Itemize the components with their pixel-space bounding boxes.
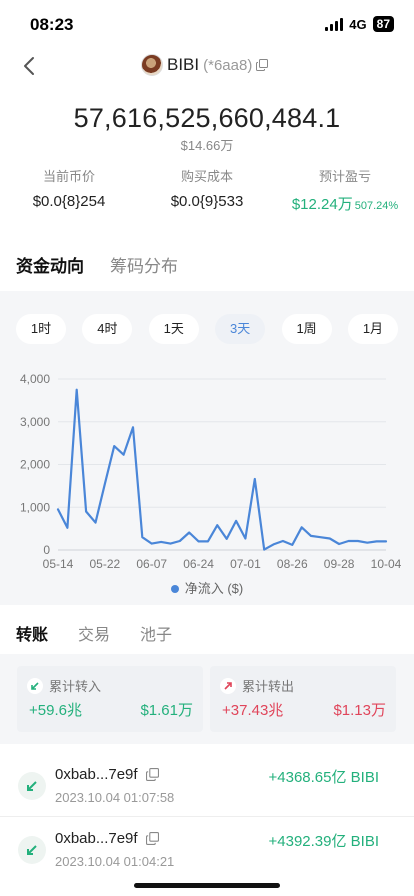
home-indicator[interactable] (134, 883, 280, 888)
pnl-percent: 507.24% (354, 200, 399, 212)
tx-time: 2023.10.04 01:04:21 (55, 854, 175, 869)
copy-icon[interactable] (145, 768, 159, 781)
stat-label: 购买成本 (180, 169, 233, 184)
time-tab-1w[interactable]: 1周 (281, 314, 332, 344)
transfer-summary: 累计转入 +59.6兆 $1.61万 累计转出 +37.43兆 $1.13万 (0, 654, 414, 744)
y-tick-label: 3,000 (20, 415, 50, 429)
stat-value: $12.24万 507.24% (276, 193, 414, 214)
y-tick-label: 4,000 (20, 372, 50, 386)
x-tick-label: 07-01 (230, 557, 261, 571)
card-label: 累计转出 (242, 679, 295, 694)
balance-usd: $14.66万 (180, 138, 234, 153)
token-avatar (141, 54, 163, 76)
signal-icon (325, 17, 344, 31)
total-out-amount: +37.43兆 (222, 702, 284, 719)
card-header: 累计转出 (220, 676, 294, 695)
tx-amount: +4392.39亿 BIBI (268, 833, 380, 850)
total-out-usd: $1.13万 (333, 702, 386, 719)
tab-transfers[interactable]: 转账 (16, 621, 48, 645)
tab-trades[interactable]: 交易 (78, 621, 110, 645)
tx-address-wrap: 0xbab...7e9f (55, 830, 159, 847)
main-tabs: 资金动向 筹码分布 (16, 252, 178, 277)
stat-buy-cost: 购买成本 $0.0{9}533 (138, 166, 276, 214)
tab-chip-distribution[interactable]: 筹码分布 (110, 252, 178, 277)
token-balance: 57,616,525,660,484.1 (73, 103, 341, 133)
stat-label: 预计盈亏 (318, 169, 371, 184)
tx-address: 0xbab...7e9f (55, 830, 138, 847)
card-label: 累计转入 (49, 679, 102, 694)
pnl-value: $12.24万 (291, 196, 353, 213)
time-tab-1d[interactable]: 1天 (148, 314, 199, 344)
x-tick-label: 05-14 (43, 557, 74, 571)
card-values: +37.43兆 $1.13万 (222, 699, 386, 720)
arrow-in-icon (18, 836, 46, 864)
back-arrow-icon[interactable] (18, 54, 42, 78)
x-tick-label: 06-07 (136, 557, 167, 571)
total-in-amount: +59.6兆 (29, 702, 82, 719)
arrow-out-icon (220, 677, 236, 694)
token-title: BIBI (*6aa8) (141, 54, 269, 76)
chart-legend: 净流入 ($) (0, 578, 414, 597)
x-tick-label: 10-04 (371, 557, 402, 571)
stat-value: $0.0{8}254 (32, 193, 106, 210)
x-tick-label: 08-26 (277, 557, 308, 571)
total-out-card: 累计转出 +37.43兆 $1.13万 (210, 666, 396, 732)
divider (0, 816, 414, 817)
stat-estimated-pnl: 预计盈亏 $12.24万 507.24% (276, 166, 414, 214)
tx-time: 2023.10.04 01:07:58 (55, 790, 175, 805)
token-name: BIBI (167, 55, 200, 74)
stat-value: $0.0{9}533 (170, 193, 244, 210)
tab-fund-flow[interactable]: 资金动向 (16, 252, 84, 277)
copy-icon[interactable] (256, 59, 269, 71)
stats-row: 当前币价 $0.0{8}254 购买成本 $0.0{9}533 预计盈亏 $12… (0, 166, 414, 214)
arrow-in-icon (27, 677, 43, 694)
transaction-row[interactable]: 0xbab...7e9f 2023.10.04 01:04:21 +4392.3… (0, 824, 414, 884)
stat-current-price: 当前币价 $0.0{8}254 (0, 166, 138, 214)
y-tick-label: 2,000 (20, 458, 50, 472)
copy-icon[interactable] (145, 832, 159, 845)
token-address: (*6aa8) (203, 56, 253, 74)
x-tick-label: 06-24 (183, 557, 214, 571)
net-inflow-chart: 0 1,000 2,000 3,000 4,000 05-14 05-22 06-07 06-2… (20, 372, 402, 571)
y-tick-label: 0 (43, 543, 50, 557)
transaction-row[interactable]: 0xbab...7e9f 2023.10.04 01:07:58 +4368.6… (0, 760, 414, 820)
stat-label: 当前币价 (42, 169, 95, 184)
card-values: +59.6兆 $1.61万 (29, 699, 193, 720)
time-tab-4h[interactable]: 4时 (82, 314, 133, 344)
network-type: 4G (349, 16, 367, 32)
status-indicators: 4G 87 (325, 16, 394, 32)
legend-label: 净流入 ($) (184, 581, 244, 596)
sub-tabs: 转账 交易 池子 (16, 621, 172, 645)
x-tick-label: 09-28 (324, 557, 355, 571)
card-header: 累计转入 (27, 676, 101, 695)
total-in-usd: $1.61万 (140, 702, 193, 719)
tx-amount: +4368.65亿 BIBI (268, 769, 380, 786)
time-tab-1m[interactable]: 1月 (347, 314, 398, 344)
arrow-in-icon (18, 772, 46, 800)
x-tick-label: 05-22 (90, 557, 121, 571)
status-bar: 08:23 4G 87 (0, 0, 414, 48)
nav-bar: BIBI (*6aa8) (0, 50, 414, 84)
series-line (56, 388, 388, 551)
tx-address: 0xbab...7e9f (55, 766, 138, 783)
y-tick-label: 1,000 (20, 500, 50, 514)
time-tab-1h[interactable]: 1时 (16, 314, 66, 344)
battery-icon: 87 (372, 16, 394, 32)
status-time: 08:23 (30, 15, 74, 34)
tx-address-wrap: 0xbab...7e9f (55, 766, 159, 783)
tab-pools[interactable]: 池子 (140, 621, 172, 645)
total-in-card: 累计转入 +59.6兆 $1.61万 (17, 666, 203, 732)
legend-swatch (170, 585, 179, 593)
time-range-tabs: 1时 4时 1天 3天 1周 1月 (16, 314, 398, 344)
time-tab-3d[interactable]: 3天 (215, 314, 266, 344)
